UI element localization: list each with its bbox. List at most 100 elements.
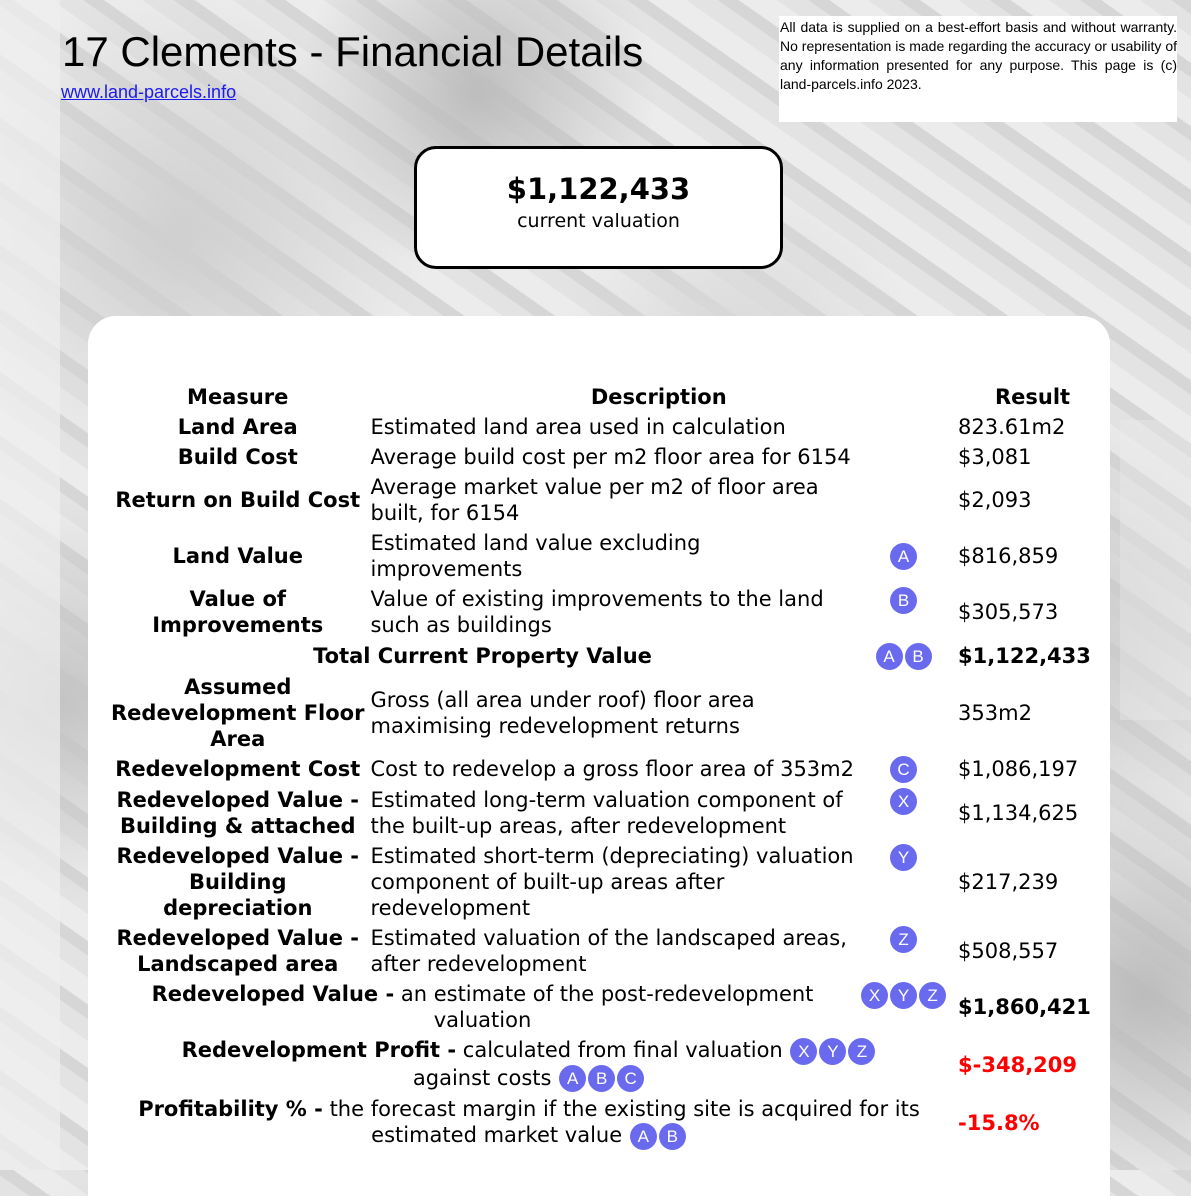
- description-cell: Estimated long-term valuation component …: [370, 788, 843, 838]
- table-row-redeveloped-value-depreciation: Redeveloped Value - Building depreciatio…: [108, 841, 1110, 923]
- measure-description-cell: Redeveloped Value - an estimate of the p…: [108, 979, 857, 1035]
- table-header-row: Measure Description Result: [108, 382, 1110, 412]
- description-cell: Cost to redevelop a gross floor area of …: [370, 757, 854, 782]
- measure-description-cell: Profitability % - the forecast margin if…: [108, 1094, 950, 1152]
- badge-cell: [857, 472, 950, 528]
- badge-b-icon: B: [658, 1122, 686, 1150]
- badge-c-icon: C: [617, 1065, 645, 1092]
- badge-x-icon: X: [790, 1037, 818, 1065]
- measure-label: Redeveloped Value -: [151, 982, 395, 1006]
- measure-cell: Redeveloped Value - Building depreciatio…: [116, 844, 360, 920]
- badge-cell: XYZ: [857, 979, 950, 1035]
- measure-cell: Redeveloped Value - Landscaped area: [116, 926, 360, 976]
- measure-cell: Redeveloped Value - Building & attached: [116, 788, 360, 838]
- result-cell-negative: $-348,209: [958, 1052, 1078, 1077]
- measure-cell: Assumed Redevelopment Floor Area: [111, 674, 365, 751]
- description-cell: Estimated valuation of the landscaped ar…: [370, 926, 847, 976]
- description-cell: Estimated land value excluding improveme…: [370, 531, 701, 581]
- description-cell: Gross (all area under roof) floor area m…: [370, 687, 755, 738]
- table-row-assumed-redevelopment-floor-area: Assumed Redevelopment Floor Area Gross (…: [108, 672, 1110, 754]
- financial-details-panel: Measure Description Result Land Area Est…: [88, 316, 1110, 1196]
- badge-cell: Z: [857, 923, 950, 979]
- measure-cell: Build Cost: [177, 445, 298, 469]
- table-row-redevelopment-cost: Redevelopment Cost Cost to redevelop a g…: [108, 754, 1110, 786]
- result-cell: $1,086,197: [958, 757, 1079, 782]
- table-row-redeveloped-value-total: Redeveloped Value - an estimate of the p…: [108, 979, 1110, 1035]
- badge-y-icon: Y: [819, 1037, 847, 1065]
- measure-cell: Land Area: [177, 415, 298, 439]
- badge-cell: C: [857, 754, 950, 786]
- badge-b-icon: B: [890, 586, 918, 614]
- badge-c-icon: C: [890, 756, 918, 783]
- column-header-result: Result: [994, 385, 1071, 409]
- description-cell: Average build cost per m2 floor area for…: [370, 445, 851, 469]
- disclaimer-text: All data is supplied on a best-effort ba…: [779, 16, 1177, 122]
- table-row-build-cost: Build Cost Average build cost per m2 flo…: [108, 442, 1110, 472]
- table-row-value-of-improvements: Value of Improvements Value of existing …: [108, 584, 1110, 640]
- table-row-redeveloped-value-building: Redeveloped Value - Building & attached …: [108, 785, 1110, 841]
- badge-z-icon: Z: [848, 1037, 876, 1065]
- result-cell: $816,859: [958, 544, 1059, 568]
- description-cell: Average market value per m2 of floor are…: [370, 475, 819, 525]
- table-row-total-current-property-value: Total Current Property Value AB $1,122,4…: [108, 640, 1110, 672]
- measure-cell: Redevelopment Cost: [115, 757, 361, 782]
- badge-cell: [857, 412, 950, 442]
- result-cell: $508,557: [958, 939, 1059, 963]
- result-cell: 823.61m2: [958, 415, 1066, 439]
- badge-y-icon: Y: [890, 843, 918, 871]
- table-row-redevelopment-profit: Redevelopment Profit - calculated from f…: [108, 1035, 1110, 1094]
- measure-label: Redevelopment Profit -: [181, 1038, 457, 1062]
- description-text: an estimate of the post-redevelopment va…: [400, 982, 814, 1032]
- badge-a-icon: A: [559, 1065, 587, 1092]
- description-cell: Estimated short-term (depreciating) valu…: [370, 844, 854, 920]
- measure-description-cell: Redevelopment Profit - calculated from f…: [108, 1035, 950, 1094]
- badge-b-icon: B: [588, 1065, 616, 1092]
- result-cell: $1,134,625: [958, 801, 1079, 825]
- result-cell: $1,860,421: [958, 995, 1091, 1019]
- measure-label: Profitability % -: [138, 1097, 323, 1121]
- table-row-land-area: Land Area Estimated land area used in ca…: [108, 412, 1110, 442]
- result-cell: $1,122,433: [958, 643, 1091, 668]
- table-row-return-on-build-cost: Return on Build Cost Average market valu…: [108, 472, 1110, 528]
- current-valuation-amount: $1,122,433: [506, 172, 691, 206]
- table-row-land-value: Land Value Estimated land value excludin…: [108, 528, 1110, 584]
- result-cell: 353m2: [958, 700, 1032, 725]
- table-row-redeveloped-value-landscaped: Redeveloped Value - Landscaped area Esti…: [108, 923, 1110, 979]
- site-link[interactable]: www.land-parcels.info: [61, 82, 236, 103]
- table-row-profitability: Profitability % - the forecast margin if…: [108, 1094, 1110, 1152]
- badge-z-icon: Z: [919, 981, 947, 1009]
- badge-b-icon: B: [904, 642, 932, 670]
- badge-a-icon: A: [875, 642, 903, 670]
- badge-z-icon: Z: [890, 925, 918, 953]
- result-cell: $305,573: [958, 600, 1059, 624]
- column-header-description: Description: [590, 385, 727, 409]
- result-cell: $2,093: [958, 488, 1032, 512]
- badge-cell: B: [857, 584, 950, 640]
- result-cell: $3,081: [958, 445, 1032, 469]
- description-text: the forecast margin if the existing site…: [329, 1097, 920, 1147]
- current-valuation-card: $1,122,433 current valuation: [414, 146, 783, 269]
- financial-details-table: Measure Description Result Land Area Est…: [108, 382, 1110, 1152]
- badge-a-icon: A: [629, 1122, 657, 1150]
- result-cell: $217,239: [958, 870, 1059, 894]
- result-cell-negative: -15.8%: [958, 1110, 1040, 1135]
- measure-cell: Value of Improvements: [152, 587, 324, 637]
- description-text: calculated from final valuation: [462, 1038, 783, 1062]
- measure-cell: Return on Build Cost: [115, 488, 361, 512]
- badge-y-icon: Y: [890, 981, 918, 1009]
- current-valuation-label: current valuation: [517, 210, 680, 232]
- badge-cell: Y: [857, 841, 950, 923]
- badge-x-icon: X: [861, 981, 889, 1009]
- description-text-2: against costs: [412, 1065, 552, 1090]
- badge-x-icon: X: [890, 787, 918, 815]
- background-aerial-image-region: [1120, 420, 1191, 720]
- page-title: 17 Clements - Financial Details: [62, 28, 644, 75]
- badge-cell: [857, 672, 950, 754]
- badge-a-icon: A: [890, 542, 918, 570]
- measure-cell: Total Current Property Value: [313, 643, 652, 668]
- measure-cell: Land Value: [172, 544, 303, 568]
- badge-cell: X: [857, 785, 950, 841]
- background-aerial-image: [0, 0, 60, 1170]
- badge-cell: [857, 442, 950, 472]
- description-cell: Value of existing improvements to the la…: [370, 587, 824, 637]
